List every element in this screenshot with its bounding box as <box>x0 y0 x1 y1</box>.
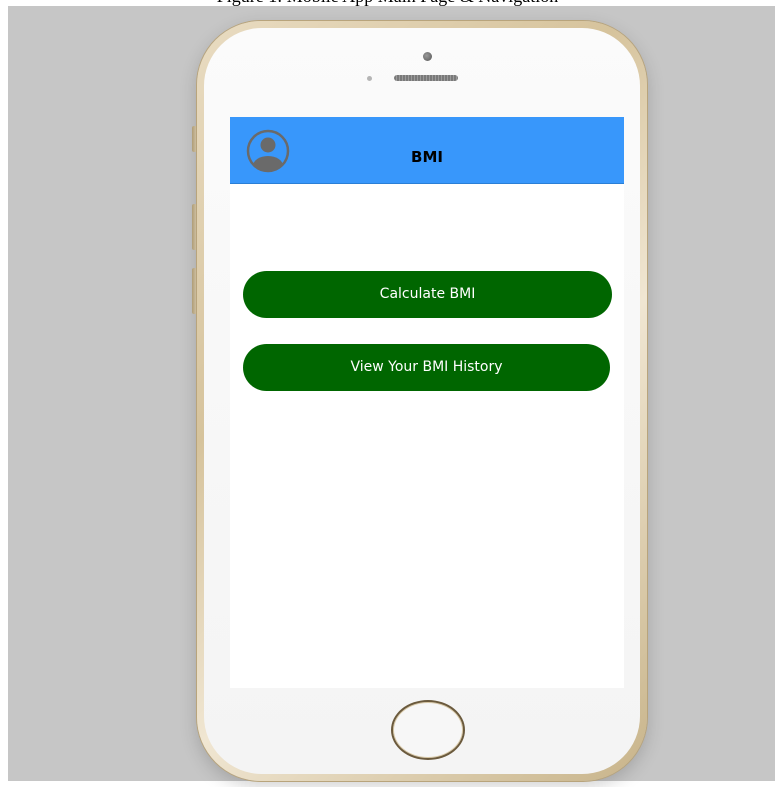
app-screen: BMI Calculate BMI View Your BMI History <box>230 117 624 688</box>
front-camera-icon <box>423 52 432 61</box>
earpiece-speaker-icon <box>394 75 458 81</box>
home-button-icon[interactable] <box>391 700 465 760</box>
calculate-bmi-button[interactable]: Calculate BMI <box>243 271 612 318</box>
proximity-sensor-icon <box>367 76 372 81</box>
header-title: BMI <box>411 148 443 166</box>
app-header: BMI <box>230 117 624 184</box>
view-bmi-history-button[interactable]: View Your BMI History <box>243 344 610 391</box>
